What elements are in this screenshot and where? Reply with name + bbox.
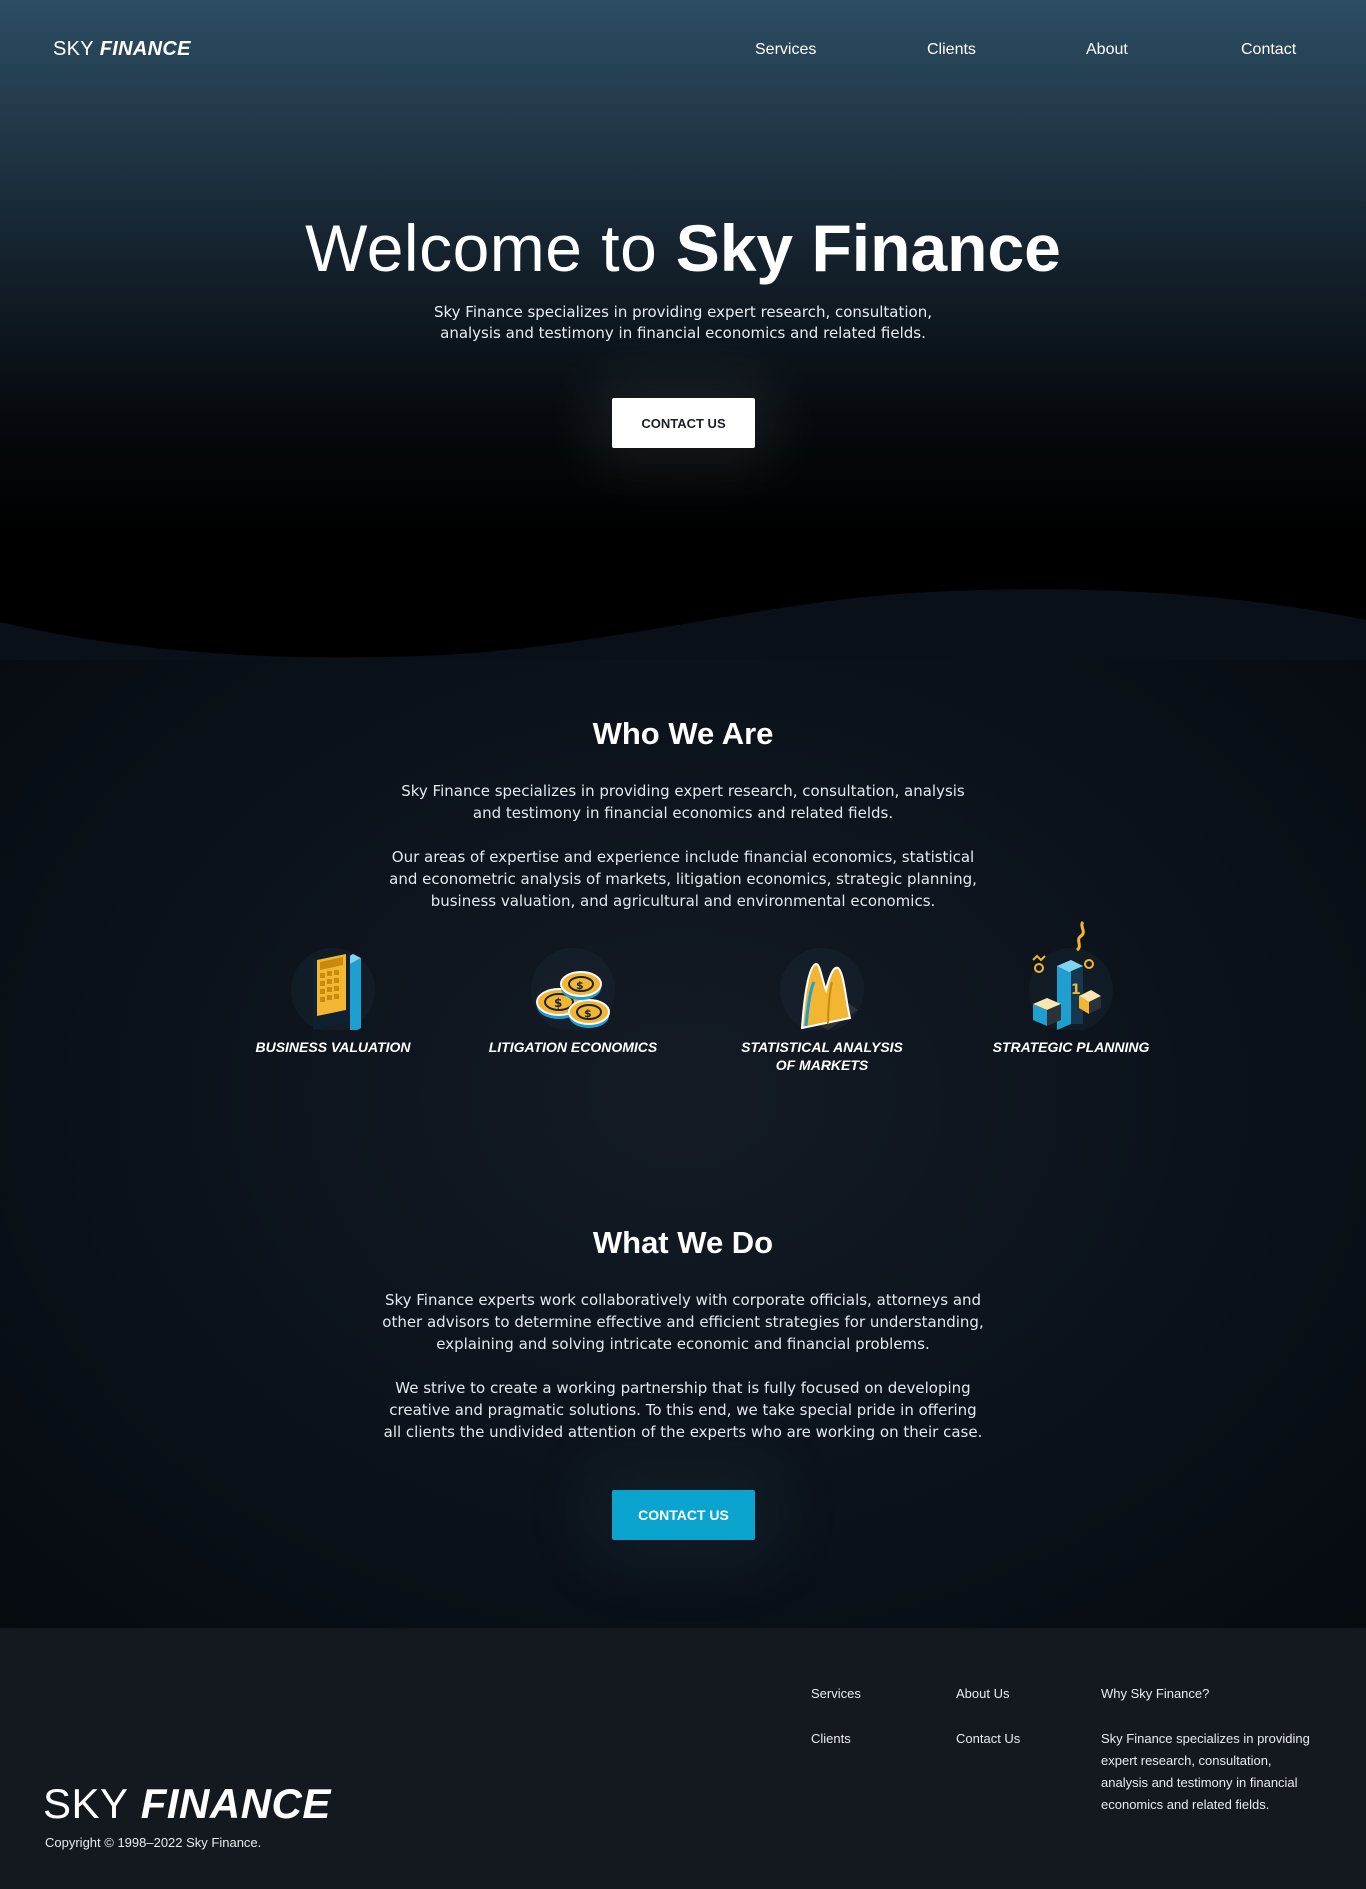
footer-why-text: Sky Finance specializes in providing exp… <box>1101 1731 1310 1812</box>
hero-section: SKY FINANCE Services Clients About Conta… <box>0 0 1366 670</box>
feature-label: STRATEGIC PLANNING <box>992 1039 1150 1055</box>
hero-title-bold: Sky Finance <box>675 211 1061 285</box>
footer-logo-light: SKY <box>43 1780 129 1827</box>
feature-label: STATISTICAL ANALYSIS OF MARKETS <box>741 1039 903 1073</box>
svg-text:1: 1 <box>1071 982 1081 998</box>
who-we-are-para1: Sky Finance specializes in providing exp… <box>401 782 965 822</box>
footer-link-contact-us[interactable]: Contact Us <box>956 1731 1020 1746</box>
hero-title: Welcome to Sky Finance <box>0 208 1366 288</box>
svg-text:$: $ <box>584 1007 592 1020</box>
nav-about[interactable]: About <box>1086 41 1128 59</box>
footer-link-clients[interactable]: Clients <box>811 1731 851 1746</box>
what-we-do-contact-button[interactable]: CONTACT US <box>612 1490 755 1540</box>
feature-business-valuation: BUSINESS VALUATION <box>243 920 423 1056</box>
footer-why-title: Why Sky Finance? <box>1101 1686 1210 1701</box>
svg-text:$: $ <box>554 996 562 1010</box>
footer-logo[interactable]: SKY FINANCE <box>43 1780 331 1828</box>
main-nav: Services Clients About Contact <box>0 41 1366 65</box>
what-we-do-title: What We Do <box>592 1225 774 1260</box>
footer: Services Clients About Us Contact Us Why… <box>0 1628 1366 1889</box>
feature-label: BUSINESS VALUATION <box>255 1039 411 1055</box>
chart-peaks-icon <box>772 920 872 1032</box>
hero-subtitle: Sky Finance specializes in providing exp… <box>433 303 932 342</box>
feature-strategic-planning: 1 STRATEGIC PLANNING <box>981 920 1161 1056</box>
hero-contact-button[interactable]: CONTACT US <box>612 398 755 448</box>
coins-icon: $ $ $ <box>523 920 623 1032</box>
what-we-do-para2: We strive to create a working partnershi… <box>383 1379 983 1441</box>
hero-wave-divider <box>0 589 1366 670</box>
footer-logo-bold: FINANCE <box>140 1780 331 1827</box>
who-we-are-para2: Our areas of expertise and experience in… <box>389 848 977 910</box>
feature-litigation-economics: $ $ $ LITIGATION ECONOMICS <box>483 920 663 1056</box>
nav-contact[interactable]: Contact <box>1241 41 1296 59</box>
feature-label: LITIGATION ECONOMICS <box>488 1039 658 1055</box>
svg-text:$: $ <box>576 979 584 992</box>
calculator-icon <box>283 920 383 1034</box>
what-we-do-para1: Sky Finance experts work collaboratively… <box>382 1291 984 1353</box>
podium-icon: 1 <box>1021 920 1121 1032</box>
footer-copyright: Copyright © 1998–2022 Sky Finance. <box>45 1835 262 1850</box>
nav-services[interactable]: Services <box>755 41 816 59</box>
who-we-are-title: Who We Are <box>592 716 774 751</box>
footer-link-about-us[interactable]: About Us <box>956 1686 1009 1701</box>
hero-title-light: Welcome to <box>305 211 658 285</box>
feature-statistical-analysis: STATISTICAL ANALYSIS OF MARKETS <box>732 920 912 1074</box>
nav-clients[interactable]: Clients <box>927 41 976 59</box>
footer-link-services[interactable]: Services <box>811 1686 861 1701</box>
